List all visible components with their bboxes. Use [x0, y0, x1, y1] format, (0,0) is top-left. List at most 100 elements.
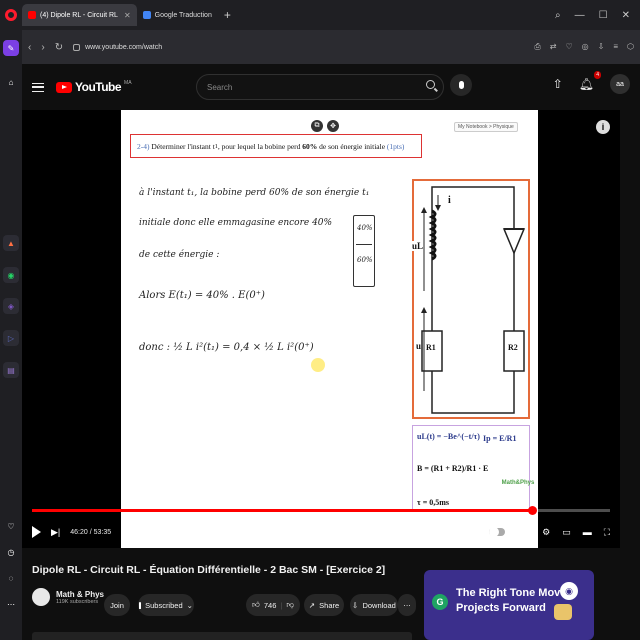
- question-text-middle: , pour lequel la bobine perd: [217, 141, 301, 151]
- video-player[interactable]: ⧉ ✥ My Notebook > Physique 2-4) Détermin…: [22, 110, 620, 548]
- progress-fill: [32, 509, 532, 512]
- aria-icon[interactable]: ✎: [3, 40, 19, 56]
- thumbs-down-icon[interactable]: 👎︎: [286, 600, 294, 610]
- notifications-icon[interactable]: 🔔︎ 4: [579, 71, 601, 91]
- crop-icon[interactable]: ✥: [327, 120, 339, 132]
- theater-mode-icon[interactable]: ▬: [583, 527, 592, 537]
- upload-icon[interactable]: ⇧: [553, 77, 563, 91]
- miniplayer-icon[interactable]: ▭: [562, 527, 571, 538]
- lock-icon: [73, 43, 81, 51]
- close-tab-icon[interactable]: ✕: [124, 11, 131, 20]
- extensions-puzzle-icon[interactable]: ⬡: [627, 42, 634, 52]
- bookmark-icon[interactable]: ♡: [565, 42, 572, 52]
- channel-info: Math & Phys 119K subscribers: [32, 588, 104, 606]
- arc-app-icon[interactable]: ▲: [3, 235, 19, 251]
- whatsapp-icon[interactable]: ◉: [3, 267, 19, 283]
- snapshot-icon[interactable]: ⎙: [534, 42, 540, 52]
- inductor-voltage-label: uL: [412, 241, 424, 251]
- minimize-icon[interactable]: —: [575, 10, 585, 21]
- vpn-icon[interactable]: ◎: [582, 42, 589, 52]
- more-icon: ⋯: [403, 600, 411, 610]
- download-button[interactable]: ⇩ Download: [350, 594, 398, 616]
- more-sidebar-icon[interactable]: ⋯: [3, 596, 19, 612]
- menu-icon[interactable]: [32, 82, 44, 92]
- new-tab-icon[interactable]: +: [224, 8, 231, 22]
- extensions-icon[interactable]: ◌: [3, 570, 19, 586]
- notes-icon[interactable]: ▤: [3, 362, 19, 378]
- easy-setup-icon[interactable]: ≡: [613, 42, 618, 52]
- join-button[interactable]: Join: [104, 594, 130, 616]
- question-bold: 60%: [302, 141, 318, 151]
- description-panel[interactable]: [32, 632, 412, 640]
- maximize-icon[interactable]: ☐: [599, 10, 608, 21]
- info-icon[interactable]: i: [596, 120, 610, 134]
- question-points: (1pts): [386, 141, 405, 151]
- copy-icon[interactable]: ⧉: [311, 120, 323, 132]
- player-controls: ▶| 46:20 / 53:35 CC ⚙ ▭ ▬ ⛶: [32, 522, 610, 542]
- more-actions-button[interactable]: ⋯: [398, 594, 416, 616]
- search-tabs-icon[interactable]: ⌕: [555, 10, 561, 21]
- handwriting-line: Alors E(t₁) = 40% . E(0⁺): [139, 290, 265, 301]
- progress-bar[interactable]: [32, 506, 610, 515]
- chevron-down-icon: ⌄: [186, 600, 193, 610]
- search-icon[interactable]: [426, 80, 435, 89]
- home-icon[interactable]: ⌂: [3, 74, 19, 90]
- time-display: 46:20 / 53:35: [70, 528, 112, 536]
- forward-icon[interactable]: ›: [41, 42, 44, 53]
- share-button[interactable]: ↗ Share: [304, 594, 344, 616]
- player-icon[interactable]: ▷: [3, 330, 19, 346]
- tab-google-translate[interactable]: Google Traduction: [137, 4, 218, 26]
- close-window-icon[interactable]: ✕: [622, 10, 630, 21]
- join-label: Join: [110, 600, 124, 610]
- autoplay-toggle[interactable]: [489, 527, 506, 537]
- channel-avatar[interactable]: [32, 588, 50, 606]
- back-icon[interactable]: ‹: [28, 42, 31, 53]
- translate-icon[interactable]: ⇄: [550, 42, 557, 52]
- subscribed-button[interactable]: Subscribed ⌄: [138, 594, 194, 616]
- handwriting-line: donc : ½ L i²(t₁) = 0,4 × ½ L i²(0⁺): [139, 342, 314, 353]
- reload-icon[interactable]: ↻: [55, 42, 63, 53]
- pen-cursor: [311, 358, 325, 372]
- handwriting-line: initiale donc elle emmagasine encore 40%: [139, 218, 333, 228]
- fraction-bottom: 60%: [357, 256, 373, 264]
- voltage-label: u: [416, 341, 422, 351]
- handwriting-line: à l'instant t₁, la bobine perd 60% de so…: [139, 188, 370, 198]
- r2-label: R2: [508, 343, 518, 352]
- scrubber-handle[interactable]: [527, 506, 537, 515]
- youtube-header: YouTube MA Search ⇧ 🔔︎ 4 aa: [22, 64, 640, 110]
- question-box: 2-4) Déterminer l'instant t1 , pour lequ…: [130, 134, 422, 158]
- next-icon[interactable]: ▶|: [51, 527, 60, 538]
- video-title: Dipole RL - Circuit RL - Équation Différ…: [32, 564, 386, 576]
- captions-icon[interactable]: CC: [517, 528, 531, 536]
- ad-banner[interactable]: G The Right Tone Moves Projects Forward …: [424, 570, 594, 640]
- notebook-breadcrumb: My Notebook > Physique: [454, 122, 518, 132]
- channel-name[interactable]: Math & Phys: [56, 590, 104, 599]
- video-slide: ⧉ ✥ My Notebook > Physique 2-4) Détermin…: [121, 110, 538, 548]
- play-icon[interactable]: [32, 526, 41, 538]
- favorites-icon[interactable]: ♡: [3, 518, 19, 534]
- tab-youtube[interactable]: (4) Dipole RL - Circuit RL ✕: [22, 4, 137, 26]
- downloads-icon[interactable]: ⇩: [598, 42, 605, 52]
- current-label: i: [448, 195, 451, 206]
- avatar[interactable]: aa: [610, 74, 630, 94]
- search-input[interactable]: Search: [196, 74, 444, 100]
- logo-text: YouTube: [75, 80, 122, 94]
- fullscreen-icon[interactable]: ⛶: [604, 527, 610, 538]
- address-bar: ‹ › ↻ www.youtube.com/watch ⎙ ⇄ ♡ ◎ ⇩ ≡ …: [22, 30, 640, 64]
- fraction-top: 40%: [357, 224, 373, 232]
- browser-tab-bar: (4) Dipole RL - Circuit RL ✕ Google Trad…: [0, 0, 640, 30]
- thumbs-up-icon[interactable]: 👍︎: [252, 600, 260, 610]
- url-field[interactable]: www.youtube.com/watch: [73, 43, 162, 51]
- search-placeholder: Search: [207, 82, 233, 92]
- notification-badge: 4: [594, 71, 601, 79]
- history-icon[interactable]: ◷: [3, 544, 19, 560]
- messenger-icon[interactable]: ◈: [3, 298, 19, 314]
- ad-info-icon[interactable]: ◉: [560, 582, 578, 600]
- share-icon: ↗: [308, 600, 316, 610]
- subscriber-count: 119K subscribers: [56, 598, 99, 605]
- voice-search-button[interactable]: [450, 74, 472, 96]
- opera-logo-icon[interactable]: [0, 0, 22, 30]
- settings-gear-icon[interactable]: ⚙: [542, 527, 550, 538]
- youtube-logo[interactable]: YouTube MA: [56, 80, 132, 94]
- like-dislike-button[interactable]: 👍︎ 746 | 👎︎: [246, 594, 300, 616]
